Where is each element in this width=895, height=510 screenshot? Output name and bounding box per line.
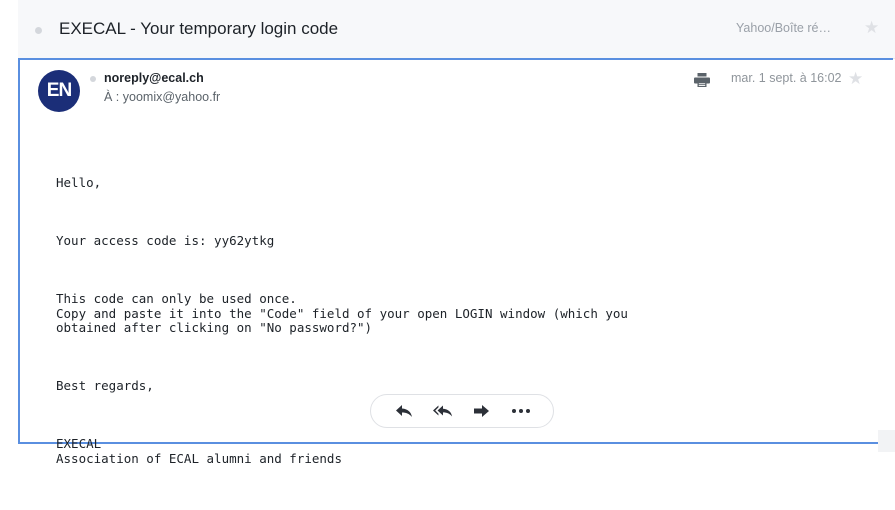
print-icon[interactable] (694, 73, 710, 87)
sender-status-dot-icon (90, 76, 96, 82)
body-greeting: Hello, (56, 175, 102, 190)
message-subject: EXECAL - Your temporary login code (59, 19, 339, 38)
body-regards: Best regards, (56, 378, 154, 393)
recipient-line: À : yoomix@yahoo.fr (104, 90, 221, 104)
unread-dot-icon (35, 27, 42, 34)
scroll-corner (878, 430, 895, 452)
forward-icon[interactable] (472, 403, 492, 419)
more-icon[interactable] (511, 403, 531, 419)
message-date: mar. 1 sept. à 16:02 (731, 71, 842, 85)
sender-email[interactable]: noreply@ecal.ch (104, 71, 204, 85)
reply-all-icon[interactable] (432, 403, 453, 419)
message-subject-row[interactable]: EXECAL - Your temporary login code Yahoo… (18, 0, 895, 59)
folder-label: Yahoo/Boîte ré… (736, 21, 831, 35)
avatar: EN (38, 70, 80, 112)
body-instructions: This code can only be used once. Copy an… (56, 291, 628, 335)
message-card: EN noreply@ecal.ch À : yoomix@yahoo.fr m… (18, 58, 893, 465)
body-access-code: Your access code is: yy62ytkg (56, 233, 275, 248)
message-actions-bar (370, 394, 554, 428)
star-icon[interactable]: ★ (864, 19, 879, 36)
message-body: Hello, Your access code is: yy62ytkg Thi… (56, 147, 628, 510)
message-star-icon[interactable]: ★ (848, 70, 863, 87)
reply-icon[interactable] (394, 403, 414, 419)
